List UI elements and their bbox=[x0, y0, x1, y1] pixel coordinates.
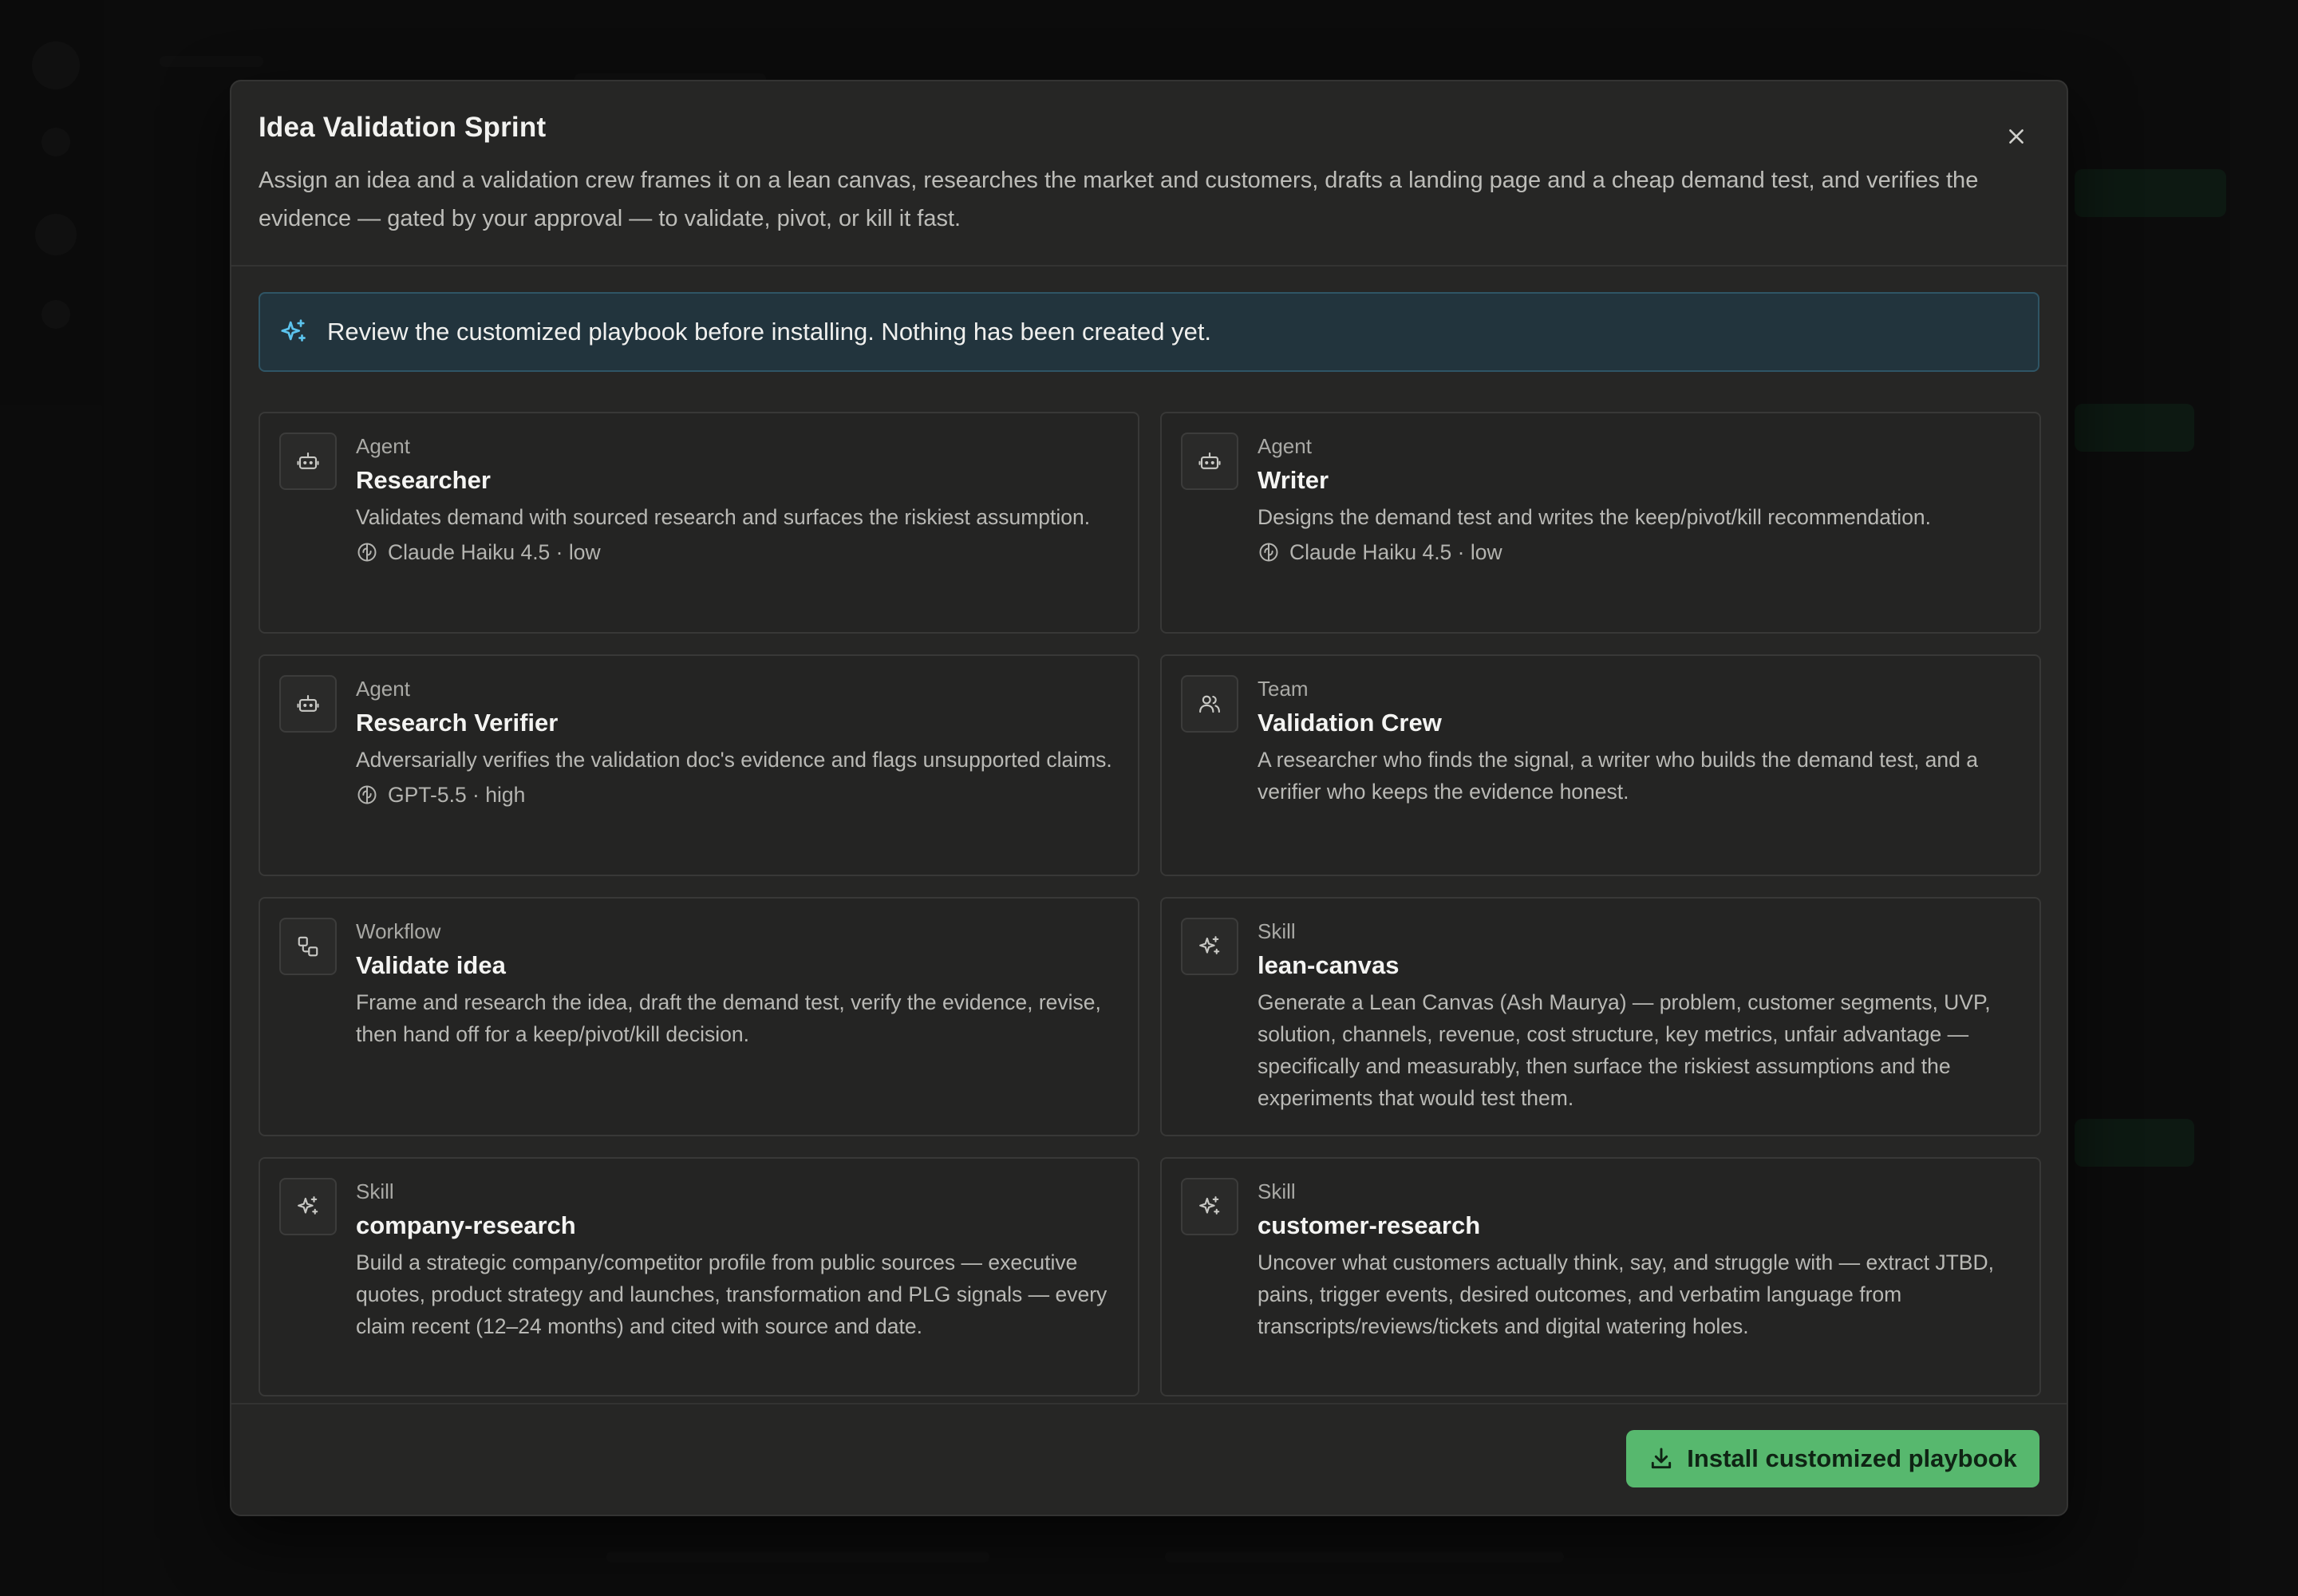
item-name: Validation Crew bbox=[1258, 709, 1442, 737]
item-kind: Agent bbox=[356, 677, 410, 701]
playbook-item-card: Skill company-research Build a strategic… bbox=[259, 1157, 1139, 1396]
playbook-item-card: Team Validation Crew A researcher who fi… bbox=[1160, 654, 2041, 876]
brain-icon bbox=[357, 543, 377, 562]
item-kind: Team bbox=[1258, 677, 1309, 701]
item-name: customer-research bbox=[1258, 1211, 1481, 1239]
item-description: Frame and research the idea, draft the d… bbox=[356, 990, 1101, 1046]
robot-icon bbox=[1181, 433, 1238, 490]
item-name: Researcher bbox=[356, 466, 491, 494]
item-description: Validates demand with sourced research a… bbox=[356, 505, 1091, 529]
close-button[interactable] bbox=[1996, 117, 2036, 156]
robot-icon bbox=[279, 675, 337, 733]
dialog-description: Assign an idea and a validation crew fra… bbox=[259, 168, 1979, 231]
workflow-icon bbox=[279, 918, 337, 975]
sparkle-icon bbox=[1181, 1178, 1238, 1235]
install-playbook-button[interactable]: Install customized playbook bbox=[1626, 1430, 2039, 1487]
item-description: Designs the demand test and writes the k… bbox=[1258, 505, 1932, 529]
item-description: Uncover what customers actually think, s… bbox=[1258, 1250, 1994, 1338]
item-kind: Agent bbox=[356, 434, 410, 458]
users-icon bbox=[1181, 675, 1238, 733]
sparkle-icon bbox=[279, 1178, 337, 1235]
item-kind: Workflow bbox=[356, 919, 441, 943]
close-icon bbox=[2009, 129, 2024, 144]
item-description: Build a strategic company/competitor pro… bbox=[356, 1250, 1108, 1338]
item-model-label: GPT-5.5 · high bbox=[388, 783, 526, 807]
item-kind: Agent bbox=[1258, 434, 1312, 458]
dialog-header: Idea Validation Sprint Assign an idea an… bbox=[231, 81, 2067, 267]
item-description: A researcher who finds the signal, a wri… bbox=[1258, 748, 1978, 804]
playbook-items-grid: Agent Researcher Validates demand with s… bbox=[259, 412, 2041, 1396]
playbook-item-card: Agent Research Verifier Adversarially ve… bbox=[259, 654, 1139, 876]
item-model: GPT-5.5 · high bbox=[356, 779, 1117, 811]
playbook-item-card: Agent Researcher Validates demand with s… bbox=[259, 412, 1139, 634]
playbook-item-card: Skill customer-research Uncover what cus… bbox=[1160, 1157, 2041, 1396]
brain-icon bbox=[357, 785, 377, 804]
item-model: Claude Haiku 4.5 · low bbox=[356, 536, 1117, 568]
item-name: Writer bbox=[1258, 466, 1329, 494]
item-description: Generate a Lean Canvas (Ash Maurya) — pr… bbox=[1258, 990, 1991, 1110]
playbook-item-card: Agent Writer Designs the demand test and… bbox=[1160, 412, 2041, 634]
playbook-item-card: Workflow Validate idea Frame and researc… bbox=[259, 897, 1139, 1136]
item-model: Claude Haiku 4.5 · low bbox=[1258, 536, 2019, 568]
playbook-install-dialog: Idea Validation Sprint Assign an idea an… bbox=[230, 80, 2068, 1516]
item-model-label: Claude Haiku 4.5 · low bbox=[1289, 540, 1502, 564]
sparkle-icon bbox=[278, 316, 310, 348]
playbook-item-card: Skill lean-canvas Generate a Lean Canvas… bbox=[1160, 897, 2041, 1136]
item-kind: Skill bbox=[1258, 919, 1296, 943]
dialog-footer: Install customized playbook bbox=[231, 1403, 2067, 1515]
item-name: Research Verifier bbox=[356, 709, 559, 737]
dialog-title: Idea Validation Sprint bbox=[259, 112, 547, 143]
brain-icon bbox=[1259, 543, 1278, 562]
review-notice-text: Review the customized playbook before in… bbox=[327, 318, 1212, 346]
item-kind: Skill bbox=[1258, 1179, 1296, 1203]
item-kind: Skill bbox=[356, 1179, 394, 1203]
sparkle-icon bbox=[1181, 918, 1238, 975]
item-model-label: Claude Haiku 4.5 · low bbox=[388, 540, 601, 564]
item-name: Validate idea bbox=[356, 951, 506, 979]
item-name: lean-canvas bbox=[1258, 951, 1400, 979]
item-name: company-research bbox=[356, 1211, 576, 1239]
dialog-body[interactable]: Review the customized playbook before in… bbox=[231, 267, 2067, 1396]
install-button-label: Install customized playbook bbox=[1687, 1444, 2017, 1472]
review-notice: Review the customized playbook before in… bbox=[259, 292, 2039, 372]
item-description: Adversarially verifies the validation do… bbox=[356, 748, 1112, 772]
robot-icon bbox=[279, 433, 337, 490]
download-icon bbox=[1652, 1448, 1672, 1469]
